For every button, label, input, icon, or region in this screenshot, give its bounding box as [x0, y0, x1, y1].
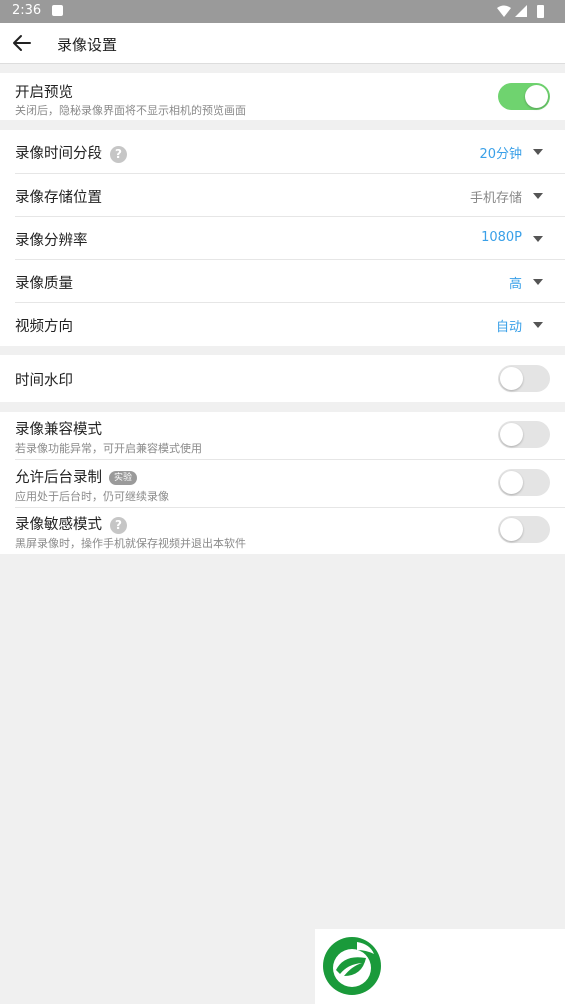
storage-value: 手机存储: [469, 191, 522, 206]
watermark-label: 时间水印: [15, 373, 73, 389]
dropdown-caret-icon[interactable]: [533, 193, 543, 199]
sensitive-toggle[interactable]: [498, 516, 550, 543]
compat-label: 录像兼容模式: [15, 422, 102, 438]
app-bar: 录像设置: [0, 23, 565, 64]
notification-icon: [52, 5, 63, 16]
quality-row[interactable]: 录像质量 高: [0, 260, 565, 303]
preview-group: 开启预览 关闭后，隐秘录像界面将不显示相机的预览画面: [0, 73, 565, 120]
experimental-badge: 实验: [109, 471, 138, 485]
toggle-knob: [500, 423, 523, 446]
record-settings-group: 录像时间分段? 20分钟 录像存储位置 手机存储 录像分辨率 1080P 录像质…: [0, 130, 565, 346]
help-icon[interactable]: ?: [110, 145, 127, 163]
resolution-row[interactable]: 录像分辨率 1080P: [0, 217, 565, 260]
dropdown-caret-icon[interactable]: [533, 279, 543, 285]
sensitive-row: 录像敏感模式? 黑屏录像时，操作手机就保存视频并退出本软件: [0, 508, 565, 554]
status-bar: 2:36: [0, 0, 565, 23]
background-sub: 应用处于后台时，仍可继续录像: [15, 490, 169, 503]
segment-label: 录像时间分段: [15, 146, 102, 162]
segment-row[interactable]: 录像时间分段? 20分钟: [0, 130, 565, 173]
leaf-logo-icon: [323, 937, 381, 995]
background-toggle[interactable]: [498, 469, 550, 496]
quality-label: 录像质量: [15, 276, 73, 292]
storage-row[interactable]: 录像存储位置 手机存储: [0, 174, 565, 217]
segment-value: 20分钟: [479, 147, 522, 162]
compat-sub: 若录像功能异常，可开启兼容模式使用: [15, 442, 202, 455]
compat-row: 录像兼容模式 若录像功能异常，可开启兼容模式使用: [0, 412, 565, 459]
dropdown-caret-icon[interactable]: [533, 322, 543, 328]
help-icon[interactable]: ?: [110, 516, 127, 534]
status-time: 2:36: [12, 3, 42, 18]
toggle-knob: [500, 471, 523, 494]
sensitive-label-wrap: 录像敏感模式?: [15, 513, 127, 534]
battery-icon: [537, 5, 544, 18]
watermark-row: 时间水印: [0, 355, 565, 402]
watermark-group: 时间水印: [0, 355, 565, 402]
system-icons: [495, 4, 555, 19]
wifi-icon: [497, 5, 511, 17]
preview-row: 开启预览 关闭后，隐秘录像界面将不显示相机的预览画面: [0, 73, 565, 120]
background-row: 允许后台录制 实验 应用处于后台时，仍可继续录像: [0, 460, 565, 507]
signal-icon: [515, 5, 527, 17]
orientation-value: 自动: [495, 320, 522, 335]
orientation-row[interactable]: 视频方向 自动: [0, 303, 565, 346]
storage-label: 录像存储位置: [15, 190, 102, 206]
resolution-value: 1080P: [481, 230, 522, 245]
sensitive-label: 录像敏感模式: [15, 517, 102, 533]
dropdown-caret-icon[interactable]: [533, 149, 543, 155]
toggle-knob: [500, 518, 523, 541]
compat-toggle[interactable]: [498, 421, 550, 448]
preview-sub: 关闭后，隐秘录像界面将不显示相机的预览画面: [15, 104, 246, 117]
back-arrow-icon[interactable]: [11, 32, 33, 54]
logo-overlay: [315, 929, 565, 1004]
segment-label-wrap: 录像时间分段?: [15, 142, 127, 163]
orientation-label: 视频方向: [15, 319, 73, 335]
background-label: 允许后台录制: [15, 470, 102, 486]
sensitive-sub: 黑屏录像时，操作手机就保存视频并退出本软件: [15, 537, 246, 550]
background-label-wrap: 允许后台录制 实验: [15, 466, 138, 487]
resolution-label: 录像分辨率: [15, 233, 88, 249]
page-title: 录像设置: [57, 36, 118, 54]
watermark-toggle[interactable]: [498, 365, 550, 392]
preview-label: 开启预览: [15, 85, 73, 101]
advanced-group: 录像兼容模式 若录像功能异常，可开启兼容模式使用 允许后台录制 实验 应用处于后台…: [0, 412, 565, 554]
toggle-knob: [525, 85, 548, 108]
quality-value: 高: [508, 277, 522, 292]
preview-toggle[interactable]: [498, 83, 550, 110]
toggle-knob: [500, 367, 523, 390]
dropdown-caret-icon[interactable]: [533, 236, 543, 242]
